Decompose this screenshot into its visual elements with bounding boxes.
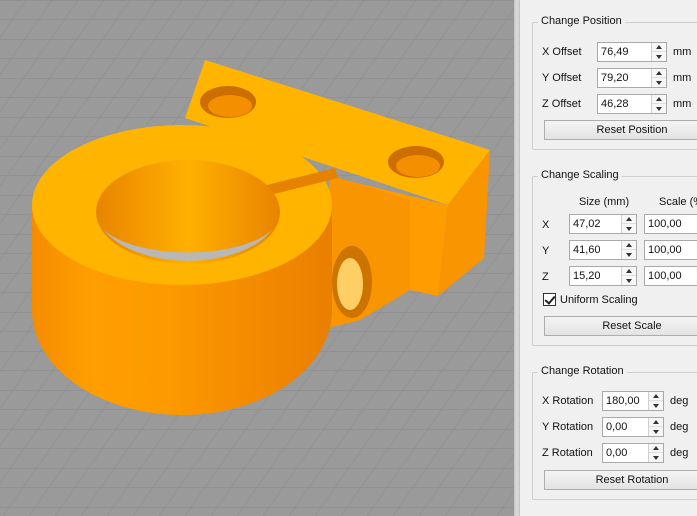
spin-up-icon[interactable] (649, 392, 663, 401)
y-rotation-spinbox[interactable] (602, 417, 664, 437)
spin-down-icon[interactable] (652, 78, 666, 87)
spin-up-icon[interactable] (622, 241, 636, 250)
change-rotation-title: Change Rotation (538, 365, 627, 377)
reset-scale-button[interactable]: Reset Scale (544, 316, 697, 336)
object-properties-panel: Change Position X Offset mm Y Offset mm … (520, 0, 697, 516)
y-offset-spinbox[interactable] (597, 68, 667, 88)
scale-z-input[interactable] (645, 267, 697, 285)
scale-y-spinbox[interactable] (644, 240, 697, 260)
reset-rotation-button[interactable]: Reset Rotation (544, 470, 697, 490)
size-y-spinbox[interactable] (569, 240, 637, 260)
spin-down-icon[interactable] (622, 224, 636, 233)
spin-down-icon[interactable] (649, 453, 663, 462)
spin-down-icon[interactable] (649, 427, 663, 436)
y-rotation-input[interactable] (603, 418, 650, 436)
z-rotation-spinbox[interactable] (602, 443, 664, 463)
scale-x-spinbox[interactable] (644, 214, 697, 234)
change-scaling-title: Change Scaling (538, 169, 622, 181)
spin-up-icon[interactable] (649, 444, 663, 453)
scale-z-axis-label: Z (542, 271, 549, 283)
size-z-spinbox[interactable] (569, 266, 637, 286)
spin-down-icon[interactable] (622, 276, 636, 285)
spin-down-icon[interactable] (652, 104, 666, 113)
change-rotation-group: Change Rotation X Rotation deg Y Rotatio… (532, 365, 697, 500)
spin-up-icon[interactable] (622, 215, 636, 224)
size-x-input[interactable] (570, 215, 623, 233)
build-plate-scene (0, 0, 514, 516)
uniform-scaling-label[interactable]: Uniform Scaling (560, 294, 638, 306)
change-position-title: Change Position (538, 15, 625, 27)
change-scaling-group: Change Scaling Size (mm) Scale (% X Y Z … (532, 169, 697, 346)
change-position-group: Change Position X Offset mm Y Offset mm … (532, 15, 697, 150)
size-z-input[interactable] (570, 267, 623, 285)
spin-up-icon[interactable] (652, 95, 666, 104)
z-rotation-unit: deg (670, 447, 689, 459)
z-rotation-input[interactable] (603, 444, 650, 462)
x-offset-input[interactable] (598, 43, 653, 61)
y-offset-label: Y Offset (542, 72, 582, 84)
x-offset-label: X Offset (542, 46, 582, 58)
z-offset-label: Z Offset (542, 98, 581, 110)
spin-up-icon[interactable] (652, 43, 666, 52)
x-offset-spinbox[interactable] (597, 42, 667, 62)
scale-y-axis-label: Y (542, 245, 550, 257)
size-column-header: Size (mm) (579, 196, 630, 208)
uniform-scaling-checkbox[interactable] (543, 293, 556, 306)
y-offset-unit: mm (673, 72, 692, 84)
spin-up-icon[interactable] (649, 418, 663, 427)
reset-position-button[interactable]: Reset Position (544, 120, 697, 140)
x-offset-unit: mm (673, 46, 692, 58)
size-y-input[interactable] (570, 241, 623, 259)
z-offset-unit: mm (673, 98, 692, 110)
spin-down-icon[interactable] (622, 250, 636, 259)
z-offset-spinbox[interactable] (597, 94, 667, 114)
x-rotation-unit: deg (670, 395, 689, 407)
size-x-spinbox[interactable] (569, 214, 637, 234)
z-offset-input[interactable] (598, 95, 653, 113)
ring-bore (96, 160, 280, 264)
y-rotation-label: Y Rotation (542, 421, 594, 433)
scale-column-header: Scale (% (659, 196, 697, 208)
scale-y-input[interactable] (645, 241, 697, 259)
spin-up-icon[interactable] (622, 267, 636, 276)
spin-down-icon[interactable] (649, 401, 663, 410)
spin-up-icon[interactable] (652, 69, 666, 78)
y-offset-input[interactable] (598, 69, 653, 87)
scale-z-spinbox[interactable] (644, 266, 697, 286)
scale-x-axis-label: X (542, 219, 550, 231)
z-rotation-label: Z Rotation (542, 447, 593, 459)
x-rotation-label: X Rotation (542, 395, 594, 407)
3d-viewport[interactable] (0, 0, 514, 516)
spin-down-icon[interactable] (652, 52, 666, 61)
x-rotation-spinbox[interactable] (602, 391, 664, 411)
y-rotation-unit: deg (670, 421, 689, 433)
x-rotation-input[interactable] (603, 392, 650, 410)
scale-x-input[interactable] (645, 215, 697, 233)
